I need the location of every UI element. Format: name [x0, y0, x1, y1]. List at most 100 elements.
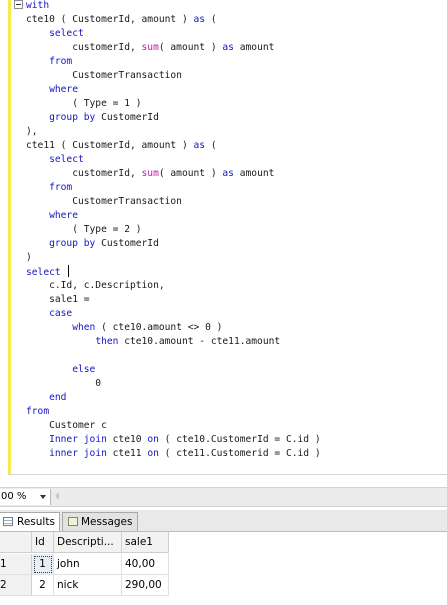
- sql-keyword: then: [95, 336, 119, 347]
- code-line[interactable]: else: [26, 363, 321, 377]
- sql-keyword: from: [49, 56, 73, 67]
- code-line[interactable]: [26, 349, 321, 363]
- sql-keyword: as: [222, 42, 234, 53]
- results-tabs: Results Messages: [0, 510, 447, 532]
- chevron-down-icon[interactable]: [40, 495, 46, 499]
- code-line[interactable]: select: [26, 153, 321, 167]
- tab-results[interactable]: Results: [0, 512, 60, 531]
- sql-keyword: with: [26, 0, 50, 11]
- code-text: CustomerTransaction: [26, 70, 182, 81]
- text-caret: [68, 265, 70, 277]
- code-text: ( cte10.amount <> 0 ): [95, 322, 223, 333]
- sql-function: sum: [141, 168, 159, 179]
- row-header[interactable]: 2: [0, 575, 32, 596]
- sql-keyword: on: [147, 448, 159, 459]
- code-line[interactable]: select: [26, 27, 321, 41]
- code-line[interactable]: end: [26, 391, 321, 405]
- code-text: customerId,: [26, 42, 142, 53]
- zoom-dropdown[interactable]: 00 %: [0, 489, 51, 505]
- code-text: ( cte11.Customerid = C.id ): [158, 448, 321, 459]
- code-line[interactable]: 0: [26, 377, 321, 391]
- sql-keyword: select: [49, 154, 84, 165]
- sql-code[interactable]: with cte10 ( CustomerId, amount ) as ( se…: [26, 0, 321, 461]
- table-cell-description[interactable]: nick: [54, 575, 122, 596]
- table-cell-id[interactable]: 2: [32, 575, 54, 596]
- code-line[interactable]: from: [26, 405, 321, 419]
- code-text: cte10: [106, 434, 148, 445]
- code-line[interactable]: ): [26, 251, 321, 265]
- code-line[interactable]: ( Type = 1 ): [26, 97, 321, 111]
- code-line[interactable]: ),: [26, 125, 321, 139]
- results-grid[interactable]: Id Descripti... sale1 1 1 john 40,00 2 2…: [0, 532, 447, 605]
- code-line[interactable]: c.Id, c.Description,: [26, 279, 321, 293]
- code-line[interactable]: CustomerTransaction: [26, 69, 321, 83]
- code-line[interactable]: with: [26, 0, 321, 13]
- query-editor[interactable]: with cte10 ( CustomerId, amount ) as ( se…: [0, 0, 447, 476]
- sql-keyword: on: [147, 434, 159, 445]
- column-header-sale1[interactable]: sale1: [122, 532, 169, 553]
- sql-keyword: from: [26, 406, 50, 417]
- sql-keyword: end: [49, 392, 67, 403]
- code-line[interactable]: inner join cte11 on ( cte11.Customerid =…: [26, 447, 321, 461]
- code-text: CustomerId: [95, 112, 159, 123]
- code-line[interactable]: Inner join cte10 on ( cte10.CustomerId =…: [26, 433, 321, 447]
- tab-results-label: Results: [17, 516, 55, 528]
- code-line[interactable]: from: [26, 55, 321, 69]
- collapse-region-icon[interactable]: [14, 0, 23, 9]
- column-header-description[interactable]: Descripti...: [54, 532, 122, 553]
- code-line[interactable]: then cte10.amount - cte11.amount: [26, 335, 321, 349]
- code-text: ( cte10.CustomerId = C.id ): [158, 434, 321, 445]
- code-line[interactable]: ( Type = 2 ): [26, 223, 321, 237]
- code-line[interactable]: group by CustomerId: [26, 111, 321, 125]
- row-header[interactable]: 1: [0, 554, 32, 575]
- table-cell-id[interactable]: 1: [32, 554, 54, 575]
- code-text: ): [26, 252, 32, 263]
- table-cell-description[interactable]: john: [54, 554, 122, 575]
- sql-keyword: group by: [49, 112, 96, 123]
- code-line[interactable]: from: [26, 181, 321, 195]
- code-text: ( amount ): [158, 168, 223, 179]
- code-line[interactable]: group by CustomerId: [26, 237, 321, 251]
- code-text: 0: [26, 378, 102, 389]
- code-text: amount: [233, 42, 275, 53]
- code-text: Customer c: [26, 420, 107, 431]
- sql-keyword: else: [72, 364, 96, 375]
- code-line[interactable]: customerId, sum( amount ) as amount: [26, 167, 321, 181]
- table-cell-sale1[interactable]: 290,00: [122, 575, 169, 596]
- tab-messages-label: Messages: [81, 516, 133, 528]
- code-line[interactable]: where: [26, 83, 321, 97]
- table-cell-sale1[interactable]: 40,00: [122, 554, 169, 575]
- grid-icon: [3, 517, 13, 526]
- code-line[interactable]: customerId, sum( amount ) as amount: [26, 41, 321, 55]
- code-line[interactable]: where: [26, 209, 321, 223]
- tab-messages[interactable]: Messages: [62, 512, 138, 531]
- code-text: CustomerTransaction: [26, 196, 182, 207]
- code-text: ( Type = 1 ): [26, 98, 142, 109]
- column-header-id[interactable]: Id: [32, 532, 54, 553]
- code-line[interactable]: cte11 ( CustomerId, amount ) as (: [26, 139, 321, 153]
- code-text: cte11: [106, 448, 148, 459]
- code-line[interactable]: case: [26, 307, 321, 321]
- code-line[interactable]: Customer c: [26, 419, 321, 433]
- code-line[interactable]: CustomerTransaction: [26, 195, 321, 209]
- sql-keyword: from: [49, 182, 73, 193]
- code-line[interactable]: cte10 ( CustomerId, amount ) as (: [26, 13, 321, 27]
- scroll-left-arrow-icon[interactable]: [54, 492, 60, 500]
- sql-keyword: where: [49, 84, 78, 95]
- code-line[interactable]: when ( cte10.amount <> 0 ): [26, 321, 321, 335]
- code-line[interactable]: sale1 =: [26, 293, 321, 307]
- code-line[interactable]: select: [26, 265, 321, 279]
- code-text: ( Type = 2 ): [26, 224, 142, 235]
- grid-corner[interactable]: [0, 532, 32, 553]
- sql-keyword: as: [193, 140, 206, 151]
